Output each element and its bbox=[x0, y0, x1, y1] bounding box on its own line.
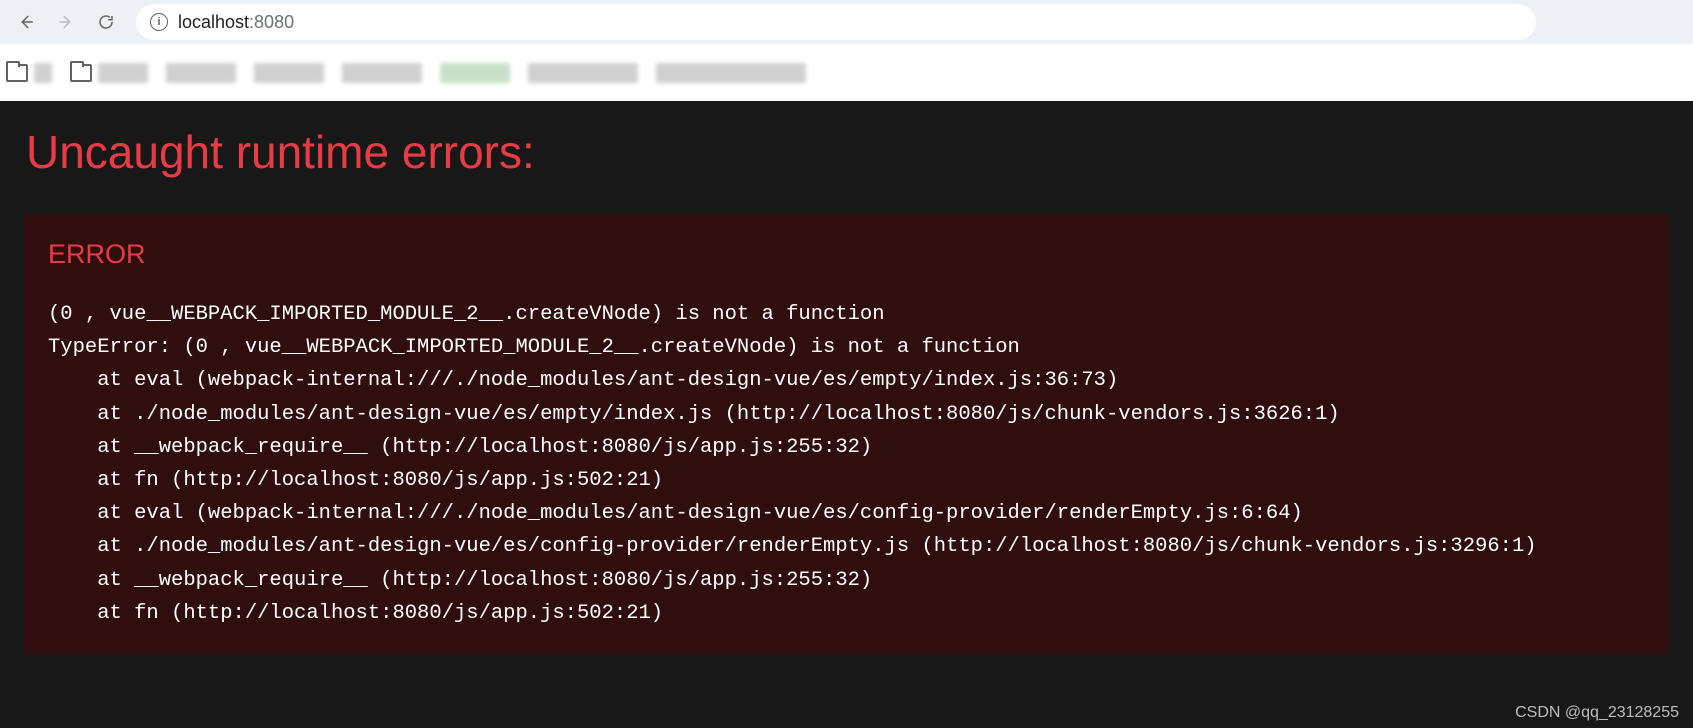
reload-button[interactable] bbox=[88, 4, 124, 40]
forward-button[interactable] bbox=[48, 4, 84, 40]
blurred-bookmark[interactable] bbox=[528, 63, 638, 83]
folder-icon bbox=[6, 64, 28, 82]
arrow-right-icon bbox=[57, 13, 75, 31]
watermark: CSDN @qq_23128255 bbox=[1515, 704, 1679, 722]
bookmark-folder[interactable] bbox=[70, 63, 148, 83]
blurred-bookmark[interactable] bbox=[656, 63, 806, 83]
error-label: ERROR bbox=[48, 239, 1645, 270]
url-text: localhost:8080 bbox=[178, 12, 294, 33]
blurred-bookmark[interactable] bbox=[254, 63, 324, 83]
url-port: :8080 bbox=[249, 12, 294, 32]
blurred-bookmark[interactable] bbox=[342, 63, 422, 83]
blurred-bookmark[interactable] bbox=[440, 63, 510, 83]
bookmark-folder[interactable] bbox=[6, 63, 52, 83]
blurred-bookmark[interactable] bbox=[166, 63, 236, 83]
error-overlay: Uncaught runtime errors: ERROR (0 , vue_… bbox=[0, 101, 1693, 728]
bookmarks-bar bbox=[0, 44, 1693, 101]
back-button[interactable] bbox=[8, 4, 44, 40]
browser-toolbar: i localhost:8080 bbox=[0, 0, 1693, 44]
address-bar[interactable]: i localhost:8080 bbox=[136, 4, 1536, 40]
overlay-title: Uncaught runtime errors: bbox=[26, 125, 1669, 179]
error-box: ERROR (0 , vue__WEBPACK_IMPORTED_MODULE_… bbox=[24, 215, 1669, 654]
site-info-icon[interactable]: i bbox=[150, 13, 168, 31]
folder-icon bbox=[70, 64, 92, 82]
stack-trace: (0 , vue__WEBPACK_IMPORTED_MODULE_2__.cr… bbox=[48, 298, 1645, 630]
arrow-left-icon bbox=[17, 13, 35, 31]
reload-icon bbox=[97, 13, 115, 31]
url-host: localhost bbox=[178, 12, 249, 32]
blurred-label bbox=[98, 63, 148, 83]
blurred-label bbox=[34, 63, 52, 83]
